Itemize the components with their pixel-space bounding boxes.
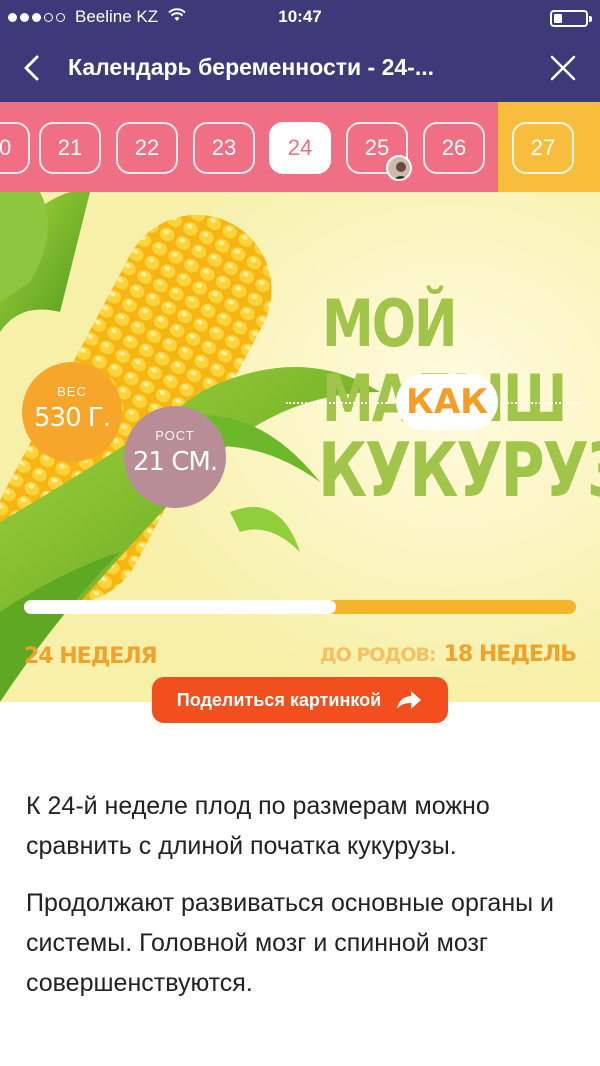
height-value: 21 СМ. (132, 447, 218, 477)
battery-icon (550, 10, 592, 27)
hero-image: ВЕС 530 Г. РОСТ 21 СМ. МОЙ МАЛЫШ КАК КУК… (0, 192, 600, 702)
close-button[interactable] (548, 53, 578, 83)
chevron-left-icon (24, 55, 39, 81)
page-title: Календарь беременности - 24-... (68, 54, 434, 80)
week-tab-27[interactable]: 27 (512, 122, 574, 174)
share-image-label: Поделиться картинкой (176, 689, 382, 710)
weeks-remaining-value: 18 НЕДЕЛЬ (443, 642, 577, 667)
share-arrow-icon (397, 691, 422, 709)
back-button[interactable] (14, 50, 50, 86)
weeks-remaining-prefix: ДО РОДОВ: (319, 644, 437, 666)
navigation-bar: Календарь беременности - 24-... (0, 36, 600, 102)
week-tab-26[interactable]: 26 (423, 122, 485, 174)
pregnancy-progress-bar (24, 600, 576, 614)
weeks-remaining: ДО РОДОВ: 18 НЕДЕЛЬ (319, 642, 577, 667)
status-time: 10:47 (278, 7, 322, 26)
week-tab-24-active[interactable]: 24 (269, 122, 331, 174)
weight-badge: ВЕС 530 Г. (22, 362, 122, 462)
dotted-divider-left (286, 402, 390, 404)
pregnancy-progress-fill (24, 600, 336, 614)
close-icon (550, 55, 576, 81)
current-week-label: 24 НЕДЕЛЯ (24, 644, 158, 669)
weight-label: ВЕС (57, 384, 87, 399)
status-bar: Beeline KZ 10:47 (0, 0, 600, 36)
hero-title-line2: КУКУРУЗА (318, 427, 600, 515)
height-badge: РОСТ 21 СМ. (124, 406, 226, 508)
user-avatar-icon (386, 155, 412, 181)
dotted-divider-right (504, 402, 580, 404)
week-tab-23[interactable]: 23 (193, 122, 255, 174)
article-paragraph-2: Продолжают развиваться основные органы и… (26, 889, 555, 997)
week-tab-21[interactable]: 21 (39, 122, 101, 174)
week-tab-20[interactable]: 20 (0, 122, 30, 174)
article-paragraph-1: К 24-й неделе плод по размерам можно сра… (26, 792, 490, 860)
weight-value: 530 Г. (33, 403, 111, 433)
share-image-button[interactable]: Поделиться картинкой (152, 677, 448, 723)
article-body: К 24-й неделе плод по размерам можно сра… (26, 786, 576, 1020)
height-label: РОСТ (155, 428, 195, 443)
week-selector: 20 21 22 23 24 25 26 27 (0, 102, 600, 192)
hero-title-kak: КАК (396, 374, 498, 430)
week-tab-22[interactable]: 22 (116, 122, 178, 174)
